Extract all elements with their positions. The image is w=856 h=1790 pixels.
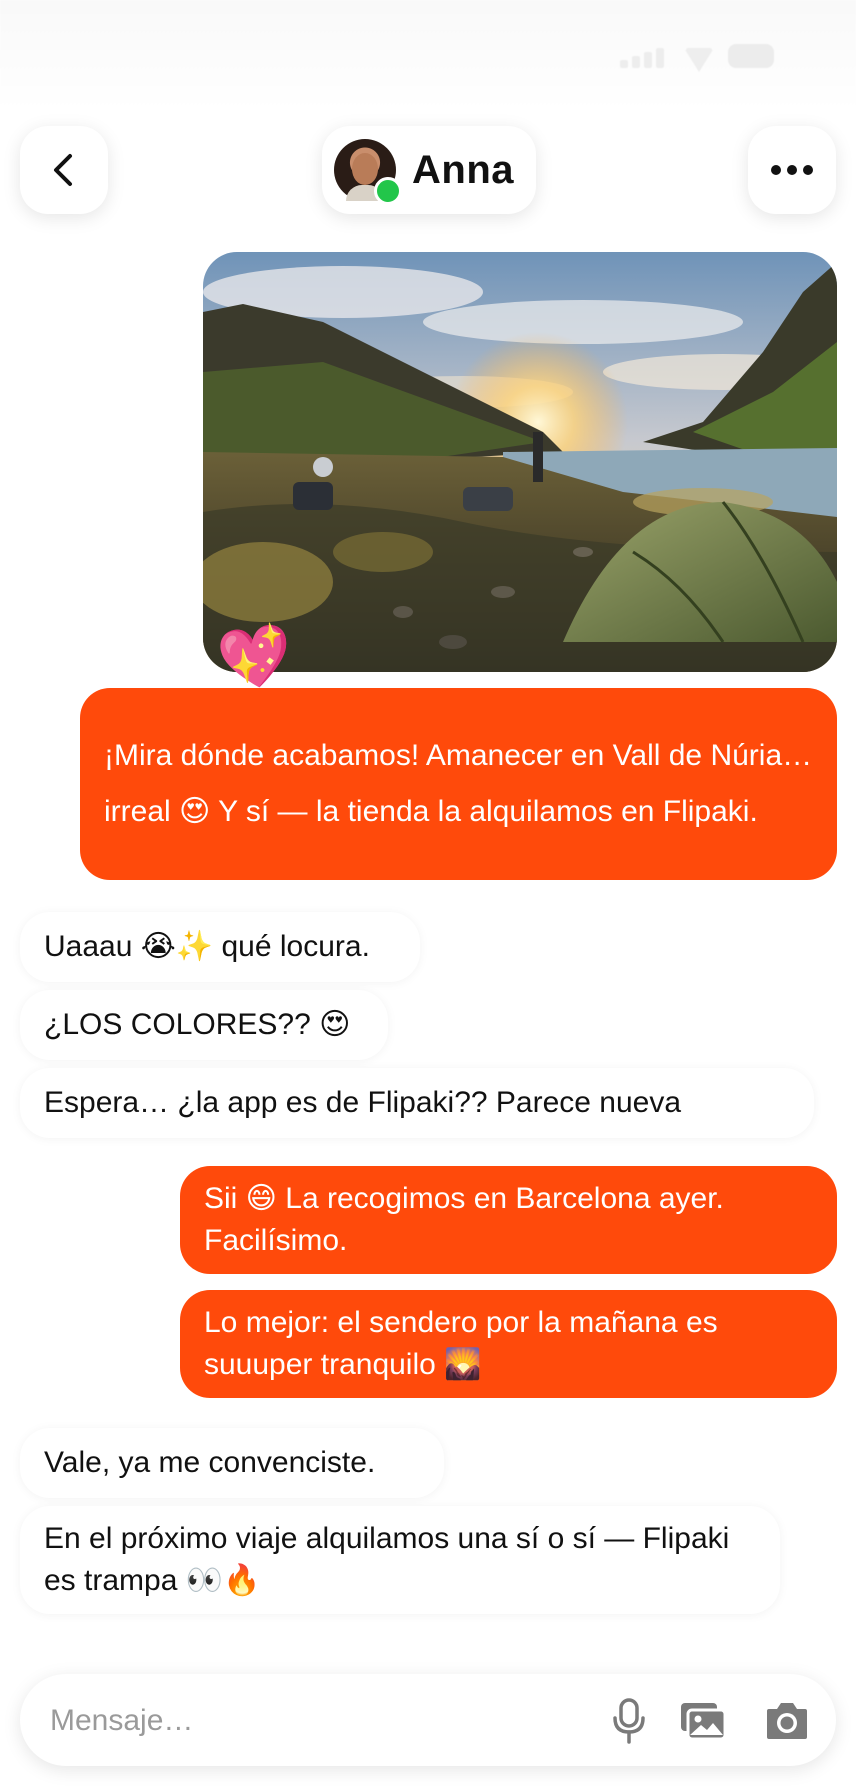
message-text: En el próximo viaje alquilamos una sí o … — [44, 1522, 730, 1597]
message-bubble-incoming[interactable]: Uaaau 😭✨ qué locura. — [20, 912, 420, 982]
avatar[interactable] — [334, 139, 402, 205]
more-options-button[interactable] — [748, 126, 836, 214]
microphone-button[interactable] — [604, 1696, 654, 1746]
message-bubble-outgoing[interactable]: ¡Mira dónde acabamos! Amanecer en Vall d… — [80, 688, 837, 880]
message-bubble-incoming[interactable]: ¿LOS COLORES?? 😍 — [20, 990, 388, 1060]
gallery-button[interactable] — [678, 1696, 728, 1746]
message-text: Uaaau 😭✨ qué locura. — [44, 930, 370, 963]
camera-button[interactable] — [762, 1696, 812, 1746]
online-status-dot — [374, 177, 402, 205]
signal-icon — [620, 46, 668, 68]
message-text: ¿LOS COLORES?? 😍 — [44, 1008, 351, 1041]
camera-icon — [767, 1703, 807, 1739]
message-input[interactable] — [48, 1692, 572, 1750]
chevron-left-icon — [54, 154, 72, 186]
heart-reaction-icon[interactable]: 💖 — [214, 619, 297, 696]
message-bubble-incoming[interactable]: Espera… ¿la app es de Flipaki?? Parece n… — [20, 1068, 814, 1138]
message-text: Espera… ¿la app es de Flipaki?? Parece n… — [44, 1086, 682, 1119]
message-text: Lo mejor: el sendero por la mañana es su… — [204, 1306, 718, 1381]
contact-header[interactable]: Anna — [322, 126, 536, 214]
status-bar — [0, 0, 856, 108]
message-text: Sii 😄 La recogimos en Barcelona ayer. Fa… — [204, 1182, 724, 1257]
more-horizontal-icon — [771, 165, 813, 175]
message-text: Vale, ya me convenciste. — [44, 1446, 376, 1479]
microphone-icon — [613, 1698, 645, 1744]
shared-photo[interactable] — [203, 252, 837, 672]
message-bubble-outgoing[interactable]: Sii 😄 La recogimos en Barcelona ayer. Fa… — [180, 1166, 837, 1274]
message-bubble-incoming[interactable]: En el próximo viaje alquilamos una sí o … — [20, 1506, 780, 1614]
message-composer — [20, 1674, 836, 1766]
gallery-icon — [681, 1703, 727, 1741]
message-bubble-incoming[interactable]: Vale, ya me convenciste. — [20, 1428, 444, 1498]
contact-name: Anna — [412, 147, 514, 192]
wifi-icon — [684, 48, 714, 72]
message-bubble-outgoing[interactable]: Lo mejor: el sendero por la mañana es su… — [180, 1290, 837, 1398]
back-button[interactable] — [20, 126, 108, 214]
message-text: ¡Mira dónde acabamos! Amanecer en Vall d… — [104, 739, 813, 828]
battery-icon — [728, 44, 774, 68]
